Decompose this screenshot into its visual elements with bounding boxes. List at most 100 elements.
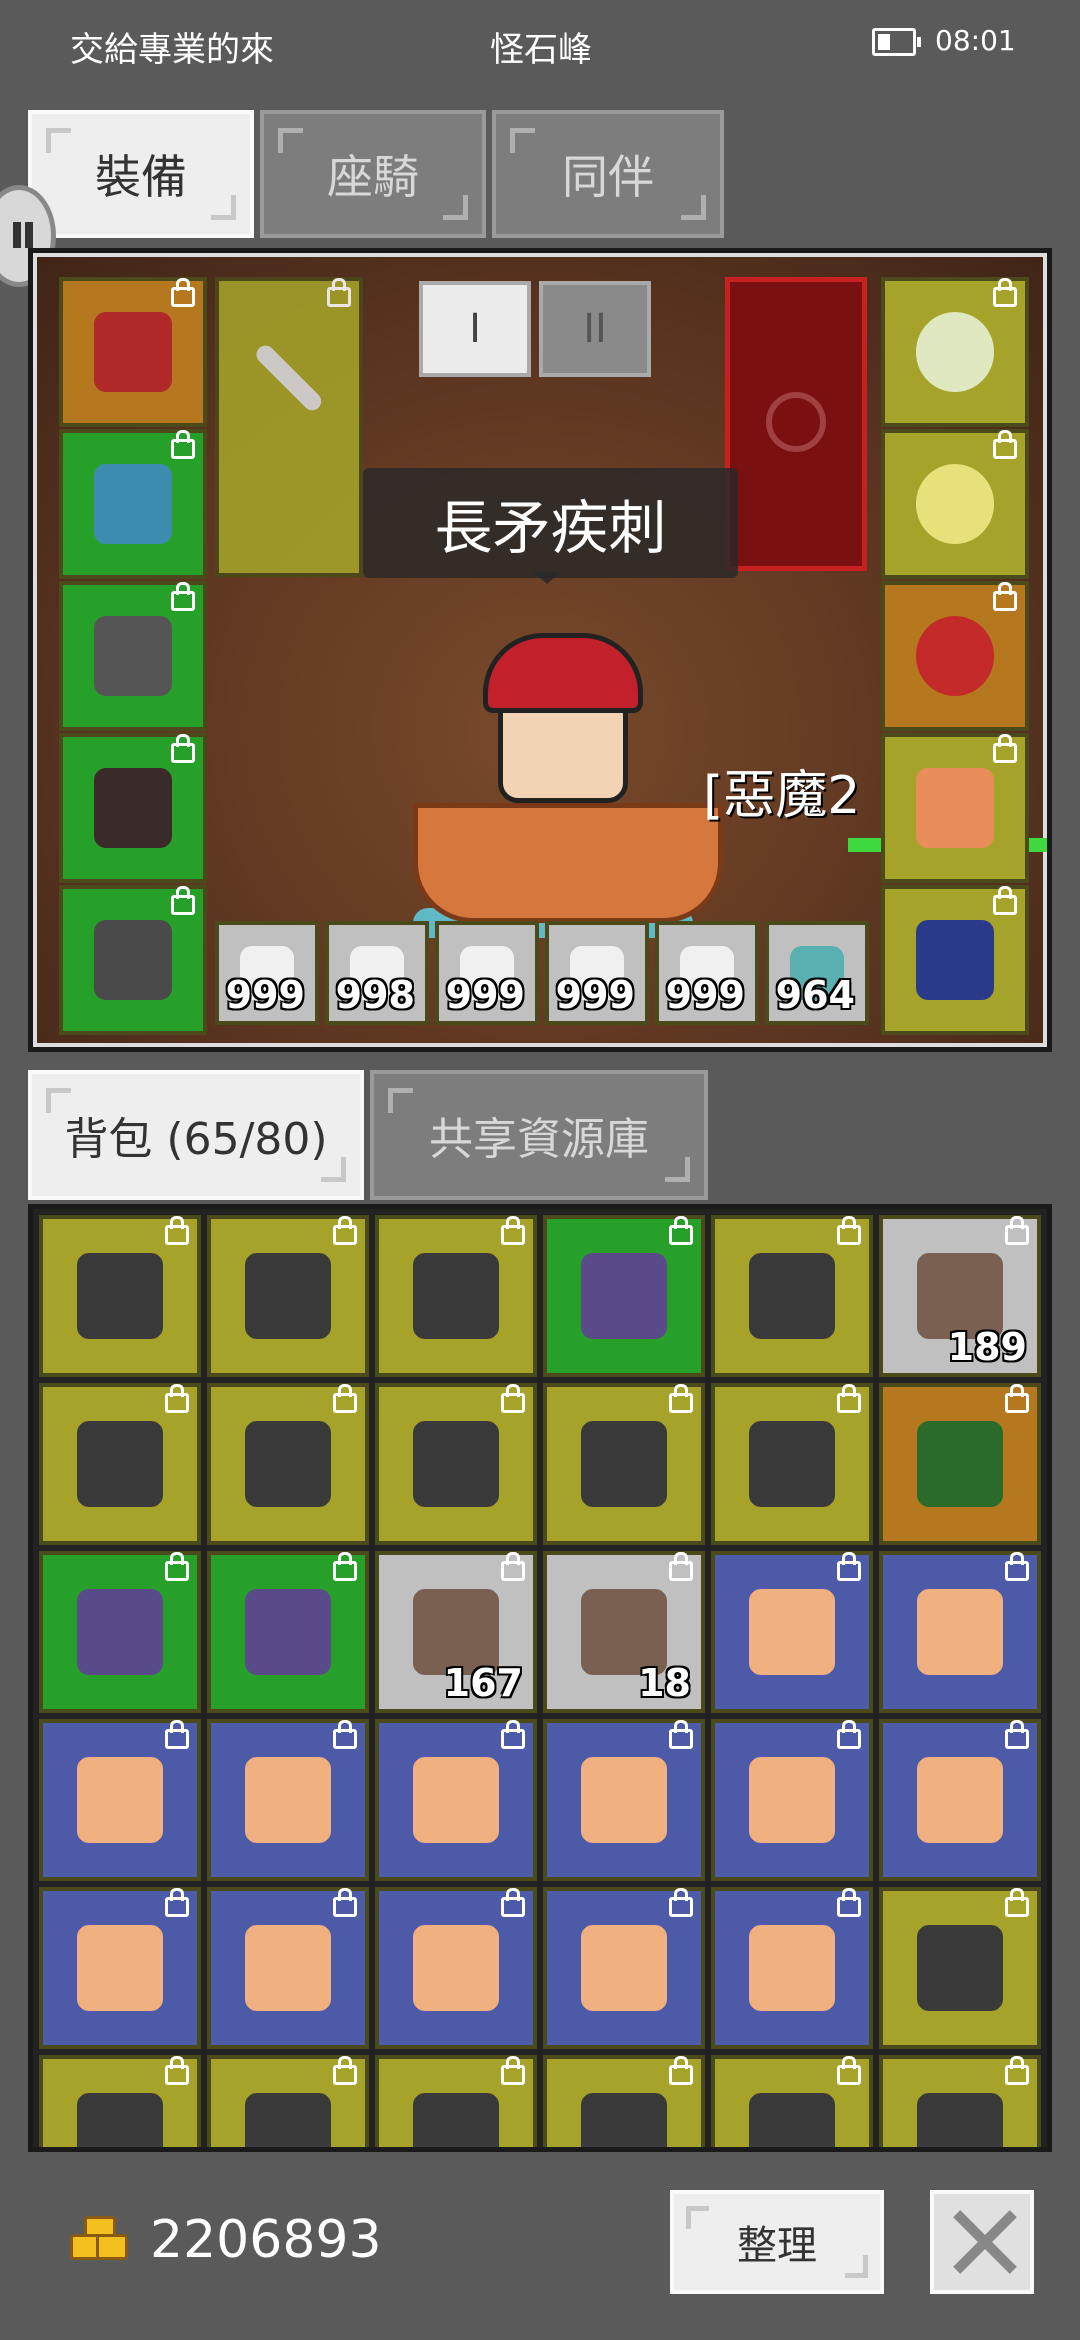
lock-icon: [333, 1888, 357, 1917]
consumable-slot[interactable]: 999: [435, 921, 539, 1025]
consumable-slot[interactable]: 999: [215, 921, 319, 1025]
inventory-slot[interactable]: [375, 1887, 537, 2049]
inventory-slot[interactable]: [375, 1719, 537, 1881]
inventory-slot[interactable]: [207, 1383, 369, 1545]
inventory-slot[interactable]: [39, 1551, 201, 1713]
armor-slot[interactable]: [59, 429, 207, 579]
consumable-slot[interactable]: 999: [545, 921, 649, 1025]
inventory-slot[interactable]: 167: [375, 1551, 537, 1713]
tab-equipment[interactable]: 裝備: [28, 110, 254, 238]
lock-icon: [993, 886, 1017, 915]
inventory-slot[interactable]: [39, 1215, 201, 1377]
item-quantity: 998: [335, 973, 415, 1017]
amulet-slot[interactable]: [881, 581, 1029, 731]
inventory-slot[interactable]: [207, 1215, 369, 1377]
tab-companion[interactable]: 同伴: [492, 110, 724, 238]
loadout-2-button[interactable]: II: [539, 281, 651, 377]
inventory-slot[interactable]: [39, 1719, 201, 1881]
inventory-slot[interactable]: [711, 1887, 873, 2049]
inventory-slot[interactable]: [207, 1887, 369, 2049]
scroll-slot[interactable]: [881, 733, 1029, 883]
weapon-slot[interactable]: [215, 277, 363, 577]
inventory-slot[interactable]: [543, 1719, 705, 1881]
inventory-slot[interactable]: [375, 1215, 537, 1377]
item-icon: [76, 1420, 164, 1508]
lock-icon: [1005, 1384, 1029, 1413]
player-character: [403, 633, 723, 963]
item-icon: [244, 1924, 332, 2012]
item-icon: [580, 1924, 668, 2012]
amulet-icon: [915, 616, 995, 696]
lock-icon: [333, 1720, 357, 1749]
inventory-slot[interactable]: [711, 1551, 873, 1713]
inventory-slot[interactable]: [39, 1383, 201, 1545]
inventory-slot[interactable]: 18: [543, 1551, 705, 1713]
consumable-slot[interactable]: 998: [325, 921, 429, 1025]
pet-slot[interactable]: [881, 885, 1029, 1035]
consumable-slot[interactable]: 999: [655, 921, 759, 1025]
inventory-slot[interactable]: [375, 1383, 537, 1545]
status-time: 08:01: [935, 24, 1016, 57]
inventory-slot[interactable]: [879, 1887, 1041, 2049]
tab-shared-storage[interactable]: 共享資源庫: [370, 1070, 708, 1200]
lock-icon: [333, 1552, 357, 1581]
inventory-slot[interactable]: [543, 1887, 705, 2049]
inventory-slot[interactable]: [375, 2055, 537, 2147]
inventory-slot[interactable]: [39, 1887, 201, 2049]
inventory-slot[interactable]: [39, 2055, 201, 2147]
item-icon: [244, 1252, 332, 1340]
consumable-slot[interactable]: 964: [765, 921, 869, 1025]
item-icon: [412, 1924, 500, 2012]
status-bar: 交給專業的來 怪石峰 08:01: [0, 0, 1080, 90]
lock-icon: [1005, 1888, 1029, 1917]
close-button[interactable]: [930, 2190, 1034, 2294]
item-icon: [580, 1252, 668, 1340]
tab-label: 座騎: [327, 150, 419, 204]
gloves-slot[interactable]: [59, 581, 207, 731]
inventory-slot[interactable]: [879, 1383, 1041, 1545]
lock-icon: [837, 1552, 861, 1581]
scroll-icon: [915, 768, 995, 848]
inventory-slot[interactable]: [879, 1719, 1041, 1881]
skill-tooltip: 長矛疾刺: [363, 468, 738, 584]
inventory-slot[interactable]: [711, 1215, 873, 1377]
item-icon: [76, 1924, 164, 2012]
boots-icon: [93, 920, 173, 1000]
boots-slot[interactable]: [59, 885, 207, 1035]
inventory-slot[interactable]: [711, 1383, 873, 1545]
skill-card[interactable]: [725, 277, 867, 571]
item-quantity: 999: [665, 973, 745, 1017]
item-icon: [748, 1252, 836, 1340]
inventory-slot[interactable]: [711, 1719, 873, 1881]
helmet-icon: [93, 312, 173, 392]
inventory-slot[interactable]: [207, 1719, 369, 1881]
inventory-slot[interactable]: [207, 2055, 369, 2147]
lock-icon: [837, 2056, 861, 2085]
inventory-slot[interactable]: [879, 1551, 1041, 1713]
helmet-slot[interactable]: [59, 277, 207, 427]
inventory-slot[interactable]: [711, 2055, 873, 2147]
necklace-icon: [915, 312, 995, 392]
tab-label: 同伴: [562, 150, 654, 204]
item-icon: [580, 2092, 668, 2147]
sort-label: 整理: [737, 2223, 817, 2269]
loadout-1-button[interactable]: I: [419, 281, 531, 377]
inventory-slot[interactable]: [543, 1383, 705, 1545]
inventory-slot[interactable]: [879, 2055, 1041, 2147]
inventory-slot[interactable]: [543, 2055, 705, 2147]
sort-button[interactable]: 整理: [670, 2190, 884, 2294]
tab-backpack[interactable]: 背包 (65/80): [28, 1070, 364, 1200]
necklace-slot[interactable]: [881, 277, 1029, 427]
inventory-slot[interactable]: 189: [879, 1215, 1041, 1377]
item-icon: [916, 1756, 1004, 1844]
inventory-slot[interactable]: [543, 1215, 705, 1377]
pants-slot[interactable]: [59, 733, 207, 883]
status-location: 怪石峰: [490, 30, 592, 70]
tab-mount[interactable]: 座騎: [260, 110, 486, 238]
ring-slot[interactable]: [881, 429, 1029, 579]
lock-icon: [501, 1720, 525, 1749]
loadout-2-label: II: [583, 306, 607, 352]
item-icon: [76, 1252, 164, 1340]
inventory-slot[interactable]: [207, 1551, 369, 1713]
lock-icon: [501, 1384, 525, 1413]
